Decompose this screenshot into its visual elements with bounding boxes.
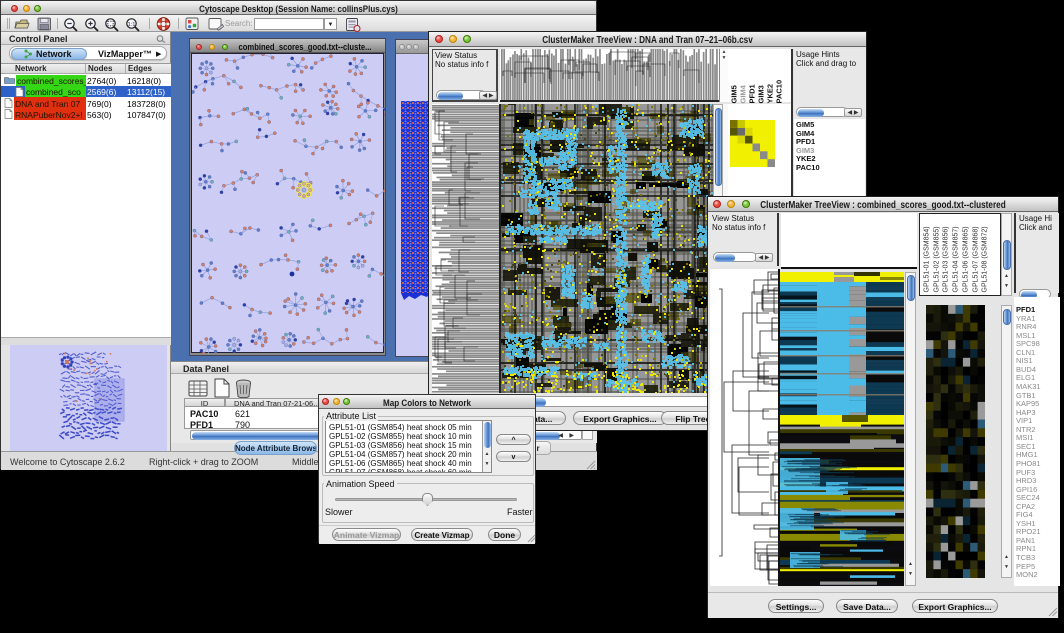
svg-text:1:1: 1:1: [127, 22, 135, 28]
